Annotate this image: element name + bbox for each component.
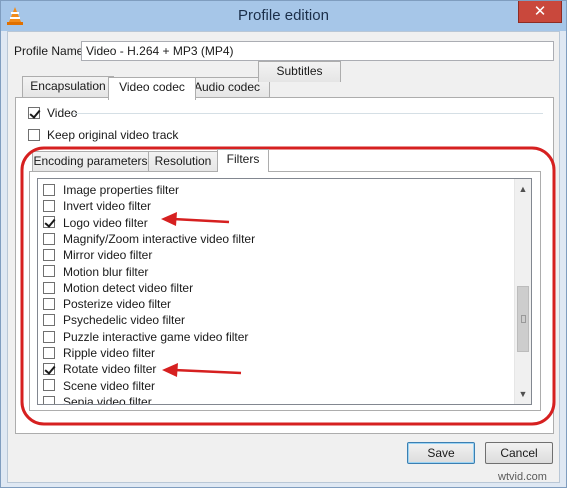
close-button[interactable]: ✕ — [518, 1, 562, 23]
filter-label: Sepia video filter — [63, 394, 152, 405]
keep-original-checkbox[interactable]: Keep original video track — [28, 127, 178, 143]
grip-icon — [521, 315, 526, 323]
filter-checkbox[interactable] — [43, 265, 55, 278]
keep-original-checkbox-label: Keep original video track — [47, 128, 179, 142]
scroll-down-arrow-icon[interactable]: ▼ — [515, 386, 531, 402]
filter-label: Rotate video filter — [63, 362, 157, 377]
filter-list-item[interactable]: Motion detect video filter — [43, 280, 193, 296]
scrollbar-thumb[interactable] — [517, 286, 529, 352]
filter-list-item[interactable]: Magnify/Zoom interactive video filter — [43, 231, 255, 247]
video-checkbox[interactable]: Video — [28, 105, 77, 121]
filter-list-item[interactable]: Puzzle interactive game video filter — [43, 329, 248, 345]
subtab-filters[interactable]: Filters — [217, 149, 269, 172]
profile-name-label: Profile Name — [14, 44, 84, 58]
filter-list-item[interactable]: Mirror video filter — [43, 247, 152, 263]
filter-list-item[interactable]: Sepia video filter — [43, 394, 152, 405]
filter-list-item[interactable]: Motion blur filter — [43, 264, 148, 280]
filter-label: Puzzle interactive game video filter — [63, 329, 249, 344]
keep-original-checkbox-box[interactable] — [28, 128, 40, 141]
filter-label: Invert video filter — [63, 199, 152, 214]
filter-checkbox[interactable] — [43, 249, 55, 262]
filter-checkbox[interactable] — [43, 314, 55, 327]
filter-checkbox[interactable] — [43, 281, 55, 294]
tab-encapsulation[interactable]: Encapsulation — [22, 76, 114, 97]
filter-label: Logo video filter — [63, 215, 148, 230]
filter-list-item[interactable]: Rotate video filter — [43, 361, 156, 377]
tab-subtitles[interactable]: Subtitles — [258, 61, 341, 82]
profile-edition-window: Profile edition ✕ Profile Name Video - H… — [0, 0, 567, 488]
filter-checkbox[interactable] — [43, 379, 55, 392]
filter-list-item[interactable]: Psychedelic video filter — [43, 312, 185, 328]
filter-checkbox[interactable] — [43, 232, 55, 245]
vertical-scrollbar[interactable]: ▲ ▼ — [514, 179, 531, 404]
filter-checkbox[interactable] — [43, 297, 55, 310]
filter-list-item[interactable]: Logo video filter — [43, 215, 148, 231]
filter-label: Magnify/Zoom interactive video filter — [63, 231, 256, 246]
filter-checkbox[interactable] — [43, 216, 55, 229]
filter-checkbox[interactable] — [43, 346, 55, 359]
save-button[interactable]: Save — [407, 442, 475, 464]
filter-list-item[interactable]: Ripple video filter — [43, 345, 155, 361]
scroll-up-arrow-icon[interactable]: ▲ — [515, 181, 531, 197]
filter-checkbox[interactable] — [43, 330, 55, 343]
window-title: Profile edition — [238, 7, 329, 24]
profile-name-input[interactable]: Video - H.264 + MP3 (MP4) — [81, 41, 554, 61]
filter-checkbox[interactable] — [43, 183, 55, 196]
filter-label: Image properties filter — [63, 183, 180, 197]
filter-label: Psychedelic video filter — [63, 313, 186, 328]
filter-checkbox[interactable] — [43, 395, 55, 404]
filter-label: Mirror video filter — [63, 248, 153, 263]
filter-label: Ripple video filter — [63, 346, 156, 360]
filter-list-item[interactable]: Image properties filter — [43, 182, 179, 198]
filters-list[interactable]: Image properties filter Invert video filt… — [37, 178, 532, 405]
filter-checkbox[interactable] — [43, 363, 55, 376]
filter-checkbox[interactable] — [43, 200, 55, 213]
filter-label: Posterize video filter — [63, 297, 172, 312]
filter-list-item[interactable]: Scene video filter — [43, 378, 155, 394]
filter-label: Motion blur filter — [63, 264, 149, 279]
filter-label: Scene video filter — [63, 378, 156, 393]
filter-list-item[interactable]: Invert video filter — [43, 198, 151, 214]
filter-label: Motion detect video filter — [63, 280, 194, 295]
subtab-resolution[interactable]: Resolution — [148, 151, 218, 172]
tab-video-codec[interactable]: Video codec — [108, 77, 196, 100]
video-checkbox-box[interactable] — [28, 106, 40, 119]
group-divider — [73, 113, 543, 114]
filter-list-item[interactable]: Posterize video filter — [43, 296, 171, 312]
close-icon: ✕ — [533, 3, 547, 20]
cancel-button[interactable]: Cancel — [485, 442, 553, 464]
subtab-encoding-parameters[interactable]: Encoding parameters — [32, 151, 149, 172]
title-bar: Profile edition ✕ — [1, 1, 566, 31]
watermark: wtvid.com — [498, 471, 547, 483]
